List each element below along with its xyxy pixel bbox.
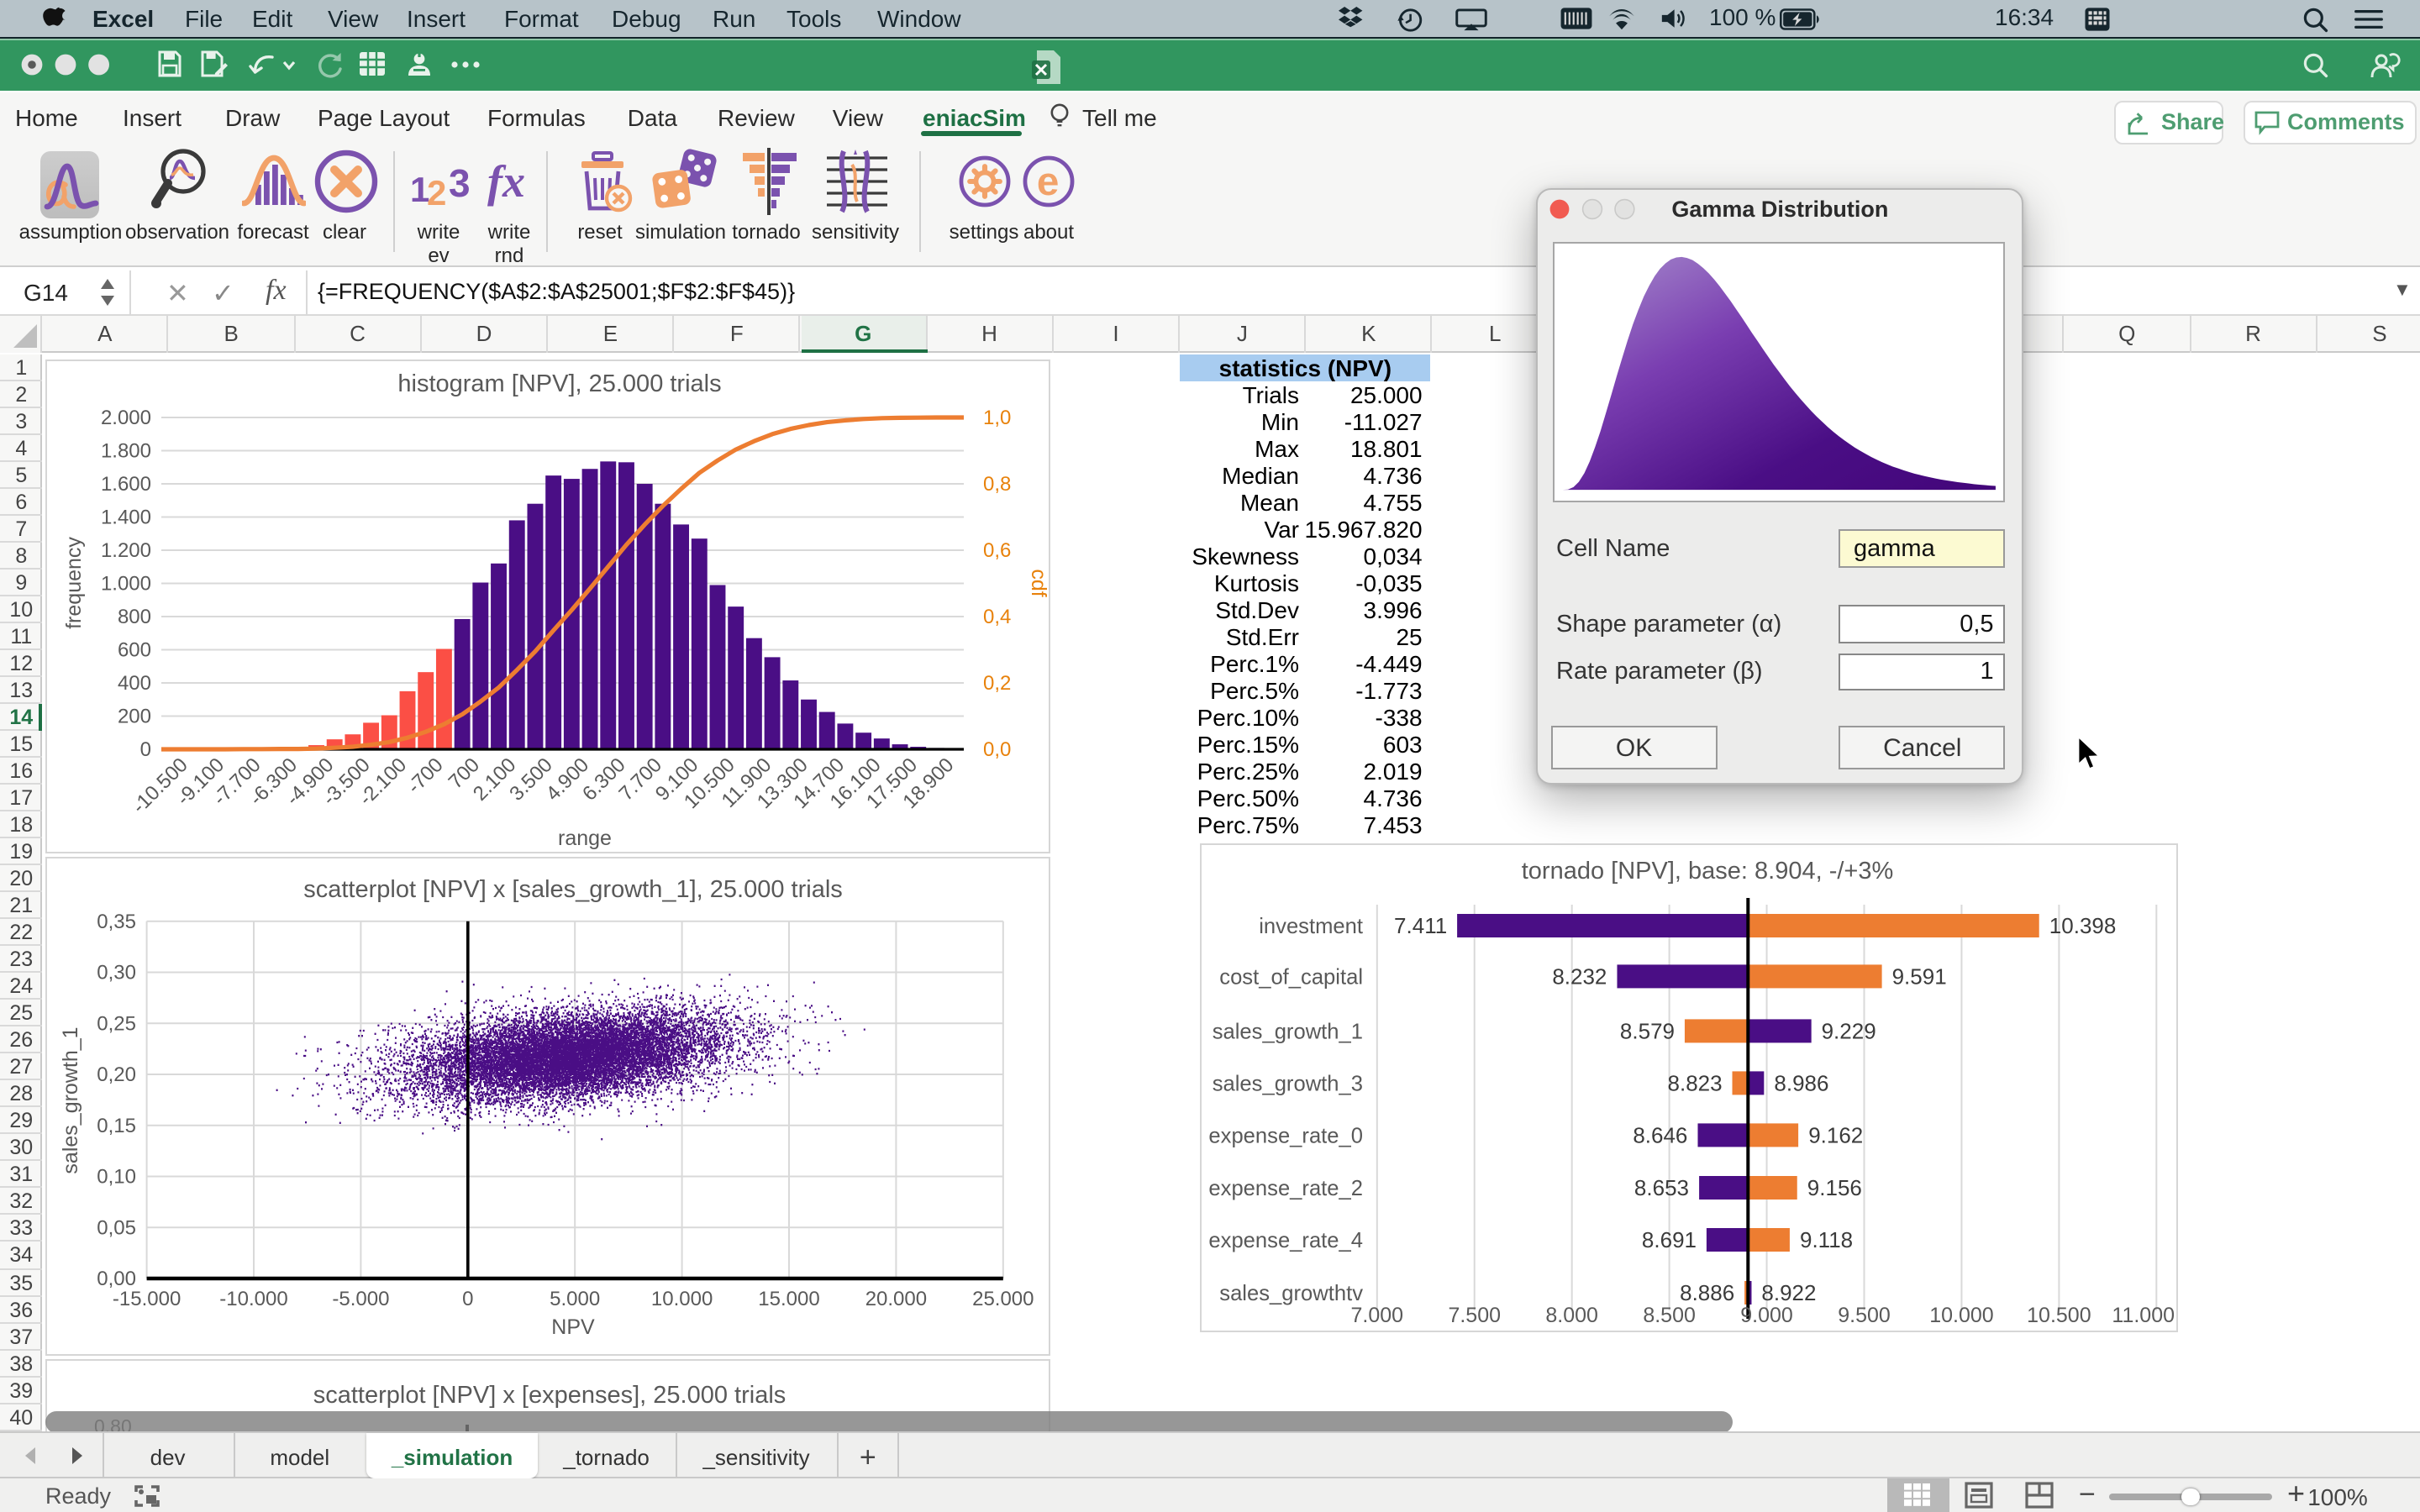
svg-text:8.000: 8.000 bbox=[1545, 1304, 1598, 1327]
svg-text:10.500: 10.500 bbox=[2027, 1304, 2091, 1327]
svg-text:0,10: 0,10 bbox=[97, 1165, 136, 1188]
svg-text:-10.000: -10.000 bbox=[219, 1287, 287, 1310]
svg-text:8.986: 8.986 bbox=[1774, 1070, 1828, 1095]
svg-text:9.000: 9.000 bbox=[1740, 1304, 1793, 1327]
svg-text:1.200: 1.200 bbox=[101, 538, 151, 561]
svg-text:1.000: 1.000 bbox=[101, 572, 151, 595]
svg-text:expense_rate_0: expense_rate_0 bbox=[1208, 1124, 1363, 1147]
svg-text:20.000: 20.000 bbox=[865, 1287, 927, 1310]
svg-text:0,6: 0,6 bbox=[983, 538, 1011, 561]
svg-text:NPV: NPV bbox=[551, 1315, 595, 1338]
svg-text:11.000: 11.000 bbox=[2112, 1304, 2175, 1327]
svg-text:5.000: 5.000 bbox=[550, 1287, 600, 1310]
svg-text:0,30: 0,30 bbox=[97, 961, 136, 984]
svg-text:9.162: 9.162 bbox=[1808, 1122, 1863, 1147]
svg-text:0: 0 bbox=[462, 1287, 473, 1310]
svg-text:8.646: 8.646 bbox=[1633, 1122, 1687, 1147]
svg-text:0,25: 0,25 bbox=[97, 1011, 136, 1034]
svg-text:tornado [NPV], base: 8.904, -/: tornado [NPV], base: 8.904, -/+3% bbox=[1522, 858, 1894, 885]
svg-text:25.000: 25.000 bbox=[972, 1287, 1034, 1310]
svg-text:8.823: 8.823 bbox=[1668, 1070, 1723, 1095]
svg-text:8.653: 8.653 bbox=[1634, 1175, 1689, 1200]
svg-text:0,8: 0,8 bbox=[983, 472, 1011, 495]
svg-text:scatterplot [NPV] x [sales_gro: scatterplot [NPV] x [sales_growth_1], 25… bbox=[303, 875, 843, 902]
svg-text:1.800: 1.800 bbox=[101, 439, 151, 462]
svg-text:e: e bbox=[1037, 160, 1059, 204]
svg-text:8.579: 8.579 bbox=[1620, 1018, 1675, 1043]
svg-text:400: 400 bbox=[118, 671, 151, 694]
svg-text:10.000: 10.000 bbox=[651, 1287, 713, 1310]
svg-text:8.500: 8.500 bbox=[1643, 1304, 1696, 1327]
svg-text:8.922: 8.922 bbox=[1761, 1280, 1816, 1305]
svg-text:9.591: 9.591 bbox=[1892, 963, 1947, 989]
svg-text:-15.000: -15.000 bbox=[113, 1287, 181, 1310]
svg-text:2.000: 2.000 bbox=[101, 406, 151, 428]
svg-text:sales_growth_1: sales_growth_1 bbox=[59, 1026, 82, 1173]
svg-text:200: 200 bbox=[118, 705, 151, 727]
svg-text:1.600: 1.600 bbox=[101, 472, 151, 495]
svg-text:0,4: 0,4 bbox=[983, 605, 1011, 627]
svg-text:0: 0 bbox=[140, 738, 151, 760]
svg-text:1,0: 1,0 bbox=[983, 406, 1011, 428]
svg-text:8.886: 8.886 bbox=[1680, 1280, 1734, 1305]
svg-text:expense_rate_4: expense_rate_4 bbox=[1208, 1229, 1363, 1252]
svg-text:0,15: 0,15 bbox=[97, 1114, 136, 1137]
svg-text:600: 600 bbox=[118, 638, 151, 661]
svg-text:0,2: 0,2 bbox=[983, 671, 1011, 694]
svg-text:histogram [NPV], 25.000 trials: histogram [NPV], 25.000 trials bbox=[397, 370, 721, 396]
svg-text:9.156: 9.156 bbox=[1807, 1175, 1862, 1200]
svg-text:-5.000: -5.000 bbox=[332, 1287, 389, 1310]
svg-text:range: range bbox=[558, 826, 612, 849]
svg-text:-700: -700 bbox=[403, 753, 448, 797]
svg-text:8.691: 8.691 bbox=[1642, 1227, 1697, 1252]
svg-text:9.229: 9.229 bbox=[1822, 1018, 1876, 1043]
svg-text:9.500: 9.500 bbox=[1838, 1304, 1891, 1327]
svg-text:7.500: 7.500 bbox=[1448, 1304, 1501, 1327]
svg-text:investment: investment bbox=[1259, 915, 1363, 938]
svg-text:0,35: 0,35 bbox=[97, 910, 136, 932]
svg-text:10.398: 10.398 bbox=[2049, 913, 2117, 938]
svg-text:1.400: 1.400 bbox=[101, 506, 151, 528]
svg-text:sales_growth_3: sales_growth_3 bbox=[1213, 1072, 1363, 1095]
svg-text:cdf: cdf bbox=[1027, 568, 1050, 596]
svg-text:0,0: 0,0 bbox=[983, 738, 1011, 760]
svg-text:0,20: 0,20 bbox=[97, 1063, 136, 1085]
svg-text:frequency: frequency bbox=[62, 536, 86, 628]
svg-text:9.118: 9.118 bbox=[1800, 1227, 1853, 1252]
svg-text:10.000: 10.000 bbox=[1929, 1304, 1993, 1327]
svg-text:7.411: 7.411 bbox=[1394, 913, 1447, 938]
svg-text:8.232: 8.232 bbox=[1552, 963, 1607, 989]
svg-text:800: 800 bbox=[118, 605, 151, 627]
svg-text:7.000: 7.000 bbox=[1351, 1304, 1404, 1327]
svg-text:0,00: 0,00 bbox=[97, 1267, 136, 1289]
svg-text:sales_growth_1: sales_growth_1 bbox=[1213, 1020, 1363, 1043]
svg-text:15.000: 15.000 bbox=[758, 1287, 819, 1310]
svg-text:sales_growthtv: sales_growthtv bbox=[1219, 1282, 1363, 1305]
svg-text:0,05: 0,05 bbox=[97, 1215, 136, 1238]
svg-text:expense_rate_2: expense_rate_2 bbox=[1208, 1177, 1363, 1200]
svg-text:cost_of_capital: cost_of_capital bbox=[1219, 965, 1363, 989]
